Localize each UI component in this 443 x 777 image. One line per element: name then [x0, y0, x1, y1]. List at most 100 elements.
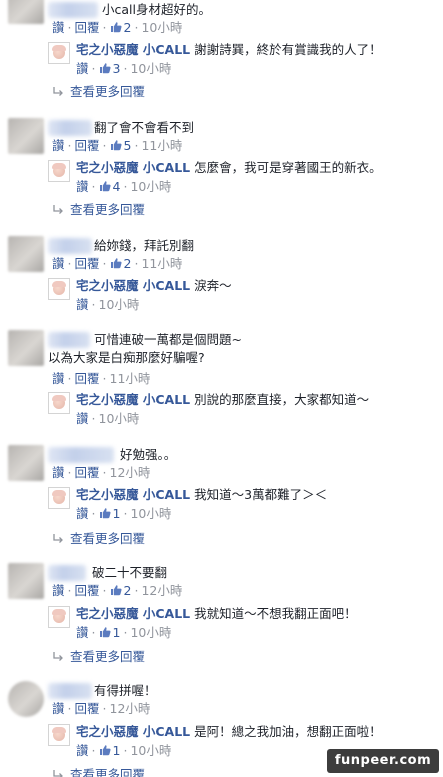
- see-more-replies-link[interactable]: 查看更多回覆: [52, 649, 145, 665]
- comment-actions: 讚 · 回覆 · 5 · 11小時: [52, 138, 183, 153]
- comment-actions: 讚 · 回覆 · 12小時: [52, 701, 151, 716]
- reply-arrow-icon: [53, 87, 63, 96]
- reply-link[interactable]: 回覆: [75, 256, 100, 271]
- see-more-replies-link[interactable]: 查看更多回覆: [52, 531, 145, 547]
- like-link[interactable]: 讚: [76, 625, 89, 640]
- commenter-avatar[interactable]: [8, 330, 44, 366]
- comment-time[interactable]: 12小時: [141, 583, 182, 598]
- commenter-avatar[interactable]: [8, 236, 44, 272]
- reply-author-avatar[interactable]: [48, 724, 70, 746]
- like-count[interactable]: 1: [99, 506, 120, 521]
- commenter-name-blurred[interactable]: [48, 447, 114, 463]
- reply-link[interactable]: 回覆: [75, 701, 100, 716]
- reply-arrow-icon: [53, 534, 63, 543]
- reply-arrow-icon: [53, 770, 63, 777]
- reply-time[interactable]: 10小時: [99, 297, 140, 312]
- comment-text-line-2: 以為大家是白痴那麼好騙喔?: [48, 350, 205, 365]
- comment-text: 翻了會不會看不到: [94, 120, 195, 135]
- like-link[interactable]: 讚: [52, 256, 65, 271]
- like-link[interactable]: 讚: [52, 465, 65, 480]
- reply-time[interactable]: 10小時: [130, 625, 171, 640]
- like-link[interactable]: 讚: [76, 743, 89, 758]
- commenter-avatar[interactable]: [8, 681, 44, 717]
- like-count[interactable]: 2: [110, 583, 131, 598]
- comment-time[interactable]: 11小時: [110, 371, 151, 386]
- like-count[interactable]: 1: [99, 625, 120, 640]
- reply-text: 我就知道～不想我翻正面吧！: [194, 606, 357, 621]
- reply-author-name[interactable]: 宅之小惡魔 小CALL: [76, 392, 190, 407]
- commenter-avatar[interactable]: [8, 445, 44, 481]
- reply-author-name[interactable]: 宅之小惡魔 小CALL: [76, 42, 190, 57]
- comment-actions: 讚 · 回覆 · 2 · 11小時: [52, 256, 183, 271]
- like-count[interactable]: 4: [99, 179, 120, 194]
- reply-link[interactable]: 回覆: [75, 371, 100, 386]
- comment-time[interactable]: 12小時: [110, 465, 151, 480]
- comment-time[interactable]: 12小時: [110, 701, 151, 716]
- like-link[interactable]: 讚: [76, 506, 89, 521]
- commenter-name-blurred[interactable]: [48, 238, 92, 254]
- commenter-name-blurred[interactable]: [48, 120, 92, 136]
- reply-time[interactable]: 10小時: [130, 61, 171, 76]
- commenter-avatar[interactable]: [8, 0, 44, 24]
- see-more-replies-link[interactable]: 查看更多回覆: [52, 767, 145, 777]
- commenter-name-blurred[interactable]: [48, 332, 90, 348]
- commenter-avatar[interactable]: [8, 563, 44, 599]
- reply-author-name[interactable]: 宅之小惡魔 小CALL: [76, 160, 190, 175]
- like-link[interactable]: 讚: [76, 411, 89, 426]
- comment-time[interactable]: 11小時: [141, 138, 182, 153]
- reply-author-avatar[interactable]: [48, 42, 70, 64]
- commenter-avatar[interactable]: [8, 118, 44, 154]
- comment-actions: 讚 · 回覆 · 12小時: [52, 465, 151, 480]
- reply-time[interactable]: 10小時: [130, 506, 171, 521]
- commenter-name-blurred[interactable]: [48, 683, 92, 699]
- like-link[interactable]: 讚: [76, 297, 89, 312]
- thumbs-up-icon: [110, 258, 122, 269]
- thumbs-up-icon: [110, 22, 122, 33]
- reply-link[interactable]: 回覆: [75, 138, 100, 153]
- like-link[interactable]: 讚: [52, 701, 65, 716]
- reply-time[interactable]: 10小時: [130, 743, 171, 758]
- reply-author-avatar[interactable]: [48, 606, 70, 628]
- see-more-replies-link[interactable]: 查看更多回覆: [52, 84, 145, 100]
- reply-author-name[interactable]: 宅之小惡魔 小CALL: [76, 724, 190, 739]
- reply-author-name[interactable]: 宅之小惡魔 小CALL: [76, 606, 190, 621]
- reply-link[interactable]: 回覆: [75, 465, 100, 480]
- reply-actions: 讚 · 1 · 10小時: [76, 743, 172, 758]
- reply-author-name[interactable]: 宅之小惡魔 小CALL: [76, 487, 190, 502]
- like-link[interactable]: 讚: [52, 371, 65, 386]
- commenter-name-blurred[interactable]: [48, 2, 98, 18]
- reply-author-avatar[interactable]: [48, 487, 70, 509]
- see-more-replies-link[interactable]: 查看更多回覆: [52, 202, 145, 218]
- thumbs-up-icon: [99, 627, 111, 638]
- reply-author-avatar[interactable]: [48, 278, 70, 300]
- like-link[interactable]: 讚: [76, 61, 89, 76]
- like-link[interactable]: 讚: [52, 138, 65, 153]
- reply-text: 是阿！總之我加油，想翻正面啦！: [194, 724, 382, 739]
- commenter-name-blurred[interactable]: [48, 565, 86, 581]
- reply-text: 謝謝詩巽，終於有賞識我的人了！: [194, 42, 382, 57]
- reply-actions: 讚 · 1 · 10小時: [76, 506, 172, 521]
- reply-link[interactable]: 回覆: [75, 20, 100, 35]
- like-link[interactable]: 讚: [76, 179, 89, 194]
- site-watermark: funpeer.com: [327, 749, 439, 773]
- comment-text: 可惜連破一萬都是個問題~: [94, 332, 242, 347]
- comment-time[interactable]: 10小時: [141, 20, 182, 35]
- reply-text: 淚奔～: [194, 278, 232, 293]
- reply-author-avatar[interactable]: [48, 160, 70, 182]
- comment-time[interactable]: 11小時: [141, 256, 182, 271]
- comment-feed: 小call身材超好的。 讚 · 回覆 · 2 · 10小時 宅之小惡魔 小CALL 謝謝詩巽，…: [0, 0, 443, 777]
- reply-actions: 讚 · 3 · 10小時: [76, 61, 172, 76]
- like-count[interactable]: 5: [110, 138, 131, 153]
- like-link[interactable]: 讚: [52, 583, 65, 598]
- reply-time[interactable]: 10小時: [99, 411, 140, 426]
- reply-author-avatar[interactable]: [48, 392, 70, 414]
- reply-link[interactable]: 回覆: [75, 583, 100, 598]
- like-count[interactable]: 2: [110, 256, 131, 271]
- reply-time[interactable]: 10小時: [130, 179, 171, 194]
- like-link[interactable]: 讚: [52, 20, 65, 35]
- reply-author-name[interactable]: 宅之小惡魔 小CALL: [76, 278, 190, 293]
- like-count[interactable]: 2: [110, 20, 131, 35]
- like-count[interactable]: 1: [99, 743, 120, 758]
- like-count[interactable]: 3: [99, 61, 120, 76]
- comment-text: 有得拼喔！: [94, 683, 157, 698]
